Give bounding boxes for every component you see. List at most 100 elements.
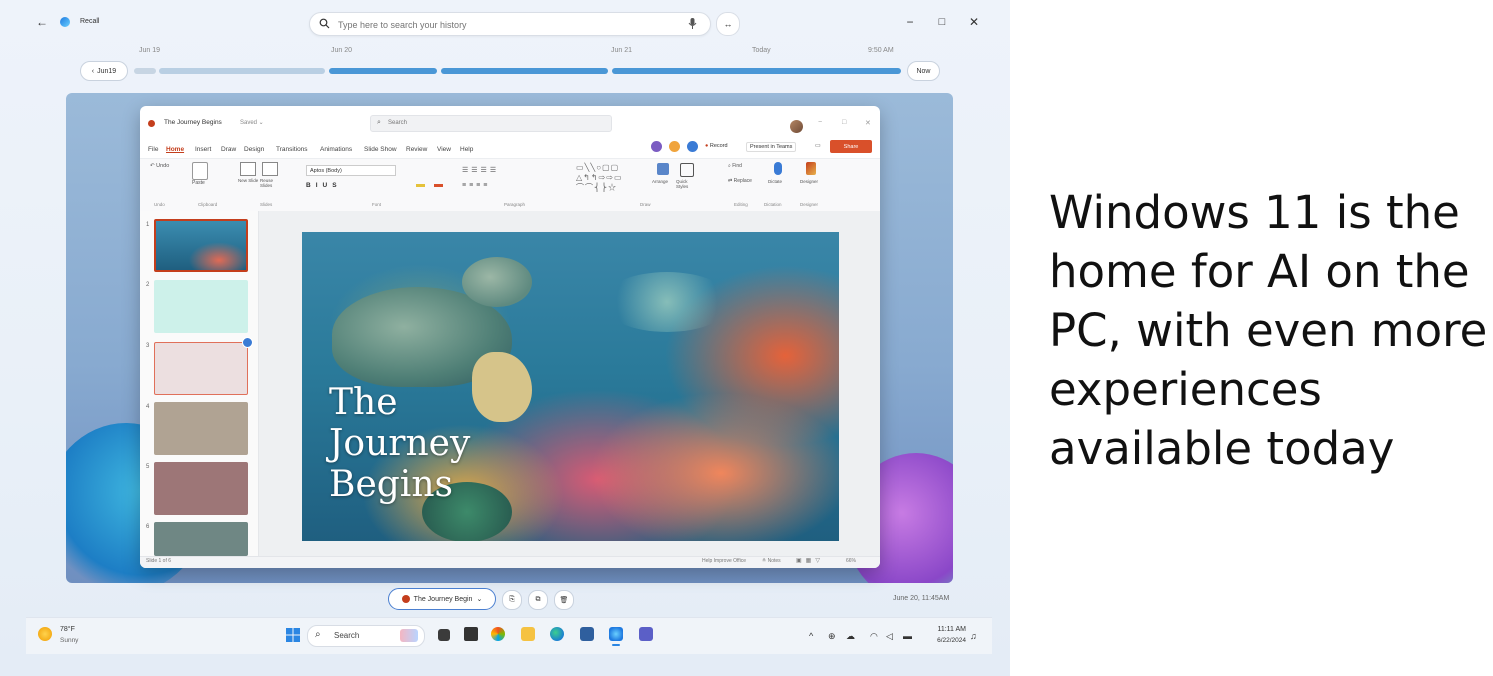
timeline-segment[interactable]	[329, 68, 437, 74]
menu-help[interactable]: Help	[460, 146, 473, 153]
ppt-minimize-icon[interactable]: −	[818, 119, 822, 126]
start-icon[interactable]	[286, 628, 300, 642]
share-button[interactable]: Share	[830, 140, 872, 153]
highlight-color-icon[interactable]	[416, 184, 425, 187]
slide-thumbnail[interactable]	[154, 219, 248, 272]
taskbar-search-box[interactable]: ⌕ Search	[307, 625, 425, 647]
notification-bell-icon[interactable]: ♫	[970, 631, 977, 641]
copilot-icon[interactable]	[491, 627, 505, 641]
menu-home[interactable]: Home	[166, 146, 184, 153]
slide-thumbnail[interactable]	[154, 462, 248, 515]
timeline-segment[interactable]	[159, 68, 325, 74]
tagline-line: home for AI on the	[1049, 245, 1470, 298]
teams-icon[interactable]	[639, 627, 653, 641]
slide-number: 3	[146, 343, 150, 349]
slide-title[interactable]: The Journey Begins	[329, 382, 470, 505]
menu-slide-show[interactable]: Slide Show	[364, 146, 397, 153]
zoom-level[interactable]: 66%	[846, 558, 856, 564]
open-in-app-icon[interactable]: ⧉	[528, 590, 548, 610]
paste-icon[interactable]	[192, 162, 208, 180]
present-in-teams-button[interactable]: Present in Teams	[746, 142, 797, 152]
previous-day-label: Jun19	[97, 67, 117, 75]
timeline-segment[interactable]	[612, 68, 901, 74]
ppt-close-icon[interactable]: ✕	[865, 119, 871, 127]
file-explorer-icon[interactable]	[521, 627, 535, 641]
slide-thumbnail[interactable]	[154, 342, 248, 395]
screenshot-mode-icon[interactable]: ↔	[716, 12, 740, 36]
cloud-icon[interactable]: ☁	[846, 631, 855, 642]
search-bar[interactable]	[309, 12, 711, 36]
copy-snapshot-icon[interactable]: ⎘	[502, 590, 522, 610]
quick-styles-icon[interactable]	[680, 163, 694, 177]
menu-view[interactable]: View	[437, 146, 451, 153]
close-icon[interactable]: ✕	[966, 14, 982, 30]
designer-icon[interactable]	[806, 162, 816, 175]
weather-temperature[interactable]: 78°F	[60, 626, 75, 633]
find-button[interactable]: ⌕ Find	[728, 163, 742, 169]
menu-animations[interactable]: Animations	[320, 146, 352, 153]
collaborator-avatar-icon[interactable]	[669, 141, 680, 152]
comments-icon[interactable]: ▭	[815, 142, 821, 149]
ppt-search-box[interactable]: ⌕ Search	[370, 115, 612, 132]
powerpoint-window[interactable]: The Journey Begins Saved ⌄ ⌕ Search − □ …	[140, 106, 880, 568]
font-name-select[interactable]: Aptos (Body)	[306, 165, 396, 176]
wifi-icon[interactable]: ◠	[870, 631, 878, 642]
task-view-icon[interactable]	[438, 629, 450, 641]
menu-file[interactable]: File	[148, 146, 158, 153]
font-color-icon[interactable]	[434, 184, 443, 187]
weather-description: Sunny	[60, 637, 79, 644]
timeline-segment[interactable]	[441, 68, 608, 74]
menu-transitions[interactable]: Transitions	[276, 146, 308, 153]
weather-sun-icon[interactable]	[38, 627, 52, 641]
help-improve-link[interactable]: Help Improve Office	[702, 558, 746, 564]
menu-review[interactable]: Review	[406, 146, 427, 153]
copilot-avatar-icon[interactable]	[651, 141, 662, 152]
recall-taskbar-icon[interactable]	[609, 627, 623, 641]
snapshot-app-chip[interactable]: The Journey Begin ⌄	[388, 588, 496, 610]
replace-button[interactable]: ⇄ Replace	[728, 178, 752, 184]
main-slide[interactable]: The Journey Begins	[302, 232, 839, 541]
menu-design[interactable]: Design	[244, 146, 264, 153]
chevron-down-icon: ⌄	[476, 596, 483, 603]
reuse-slides-icon[interactable]	[262, 162, 278, 176]
shapes-gallery[interactable]: ▭╲╲○▢▢ △↰↰⇨⇨▭ ⌒⌒⎨⎬☆	[576, 163, 646, 197]
microphone-icon[interactable]	[688, 17, 697, 30]
language-icon[interactable]: ⊕	[828, 631, 836, 642]
notes-button[interactable]: ≙ Notes	[762, 558, 781, 564]
ppt-maximize-icon[interactable]: □	[842, 119, 846, 126]
clock-date[interactable]: 6/22/2024	[928, 637, 966, 644]
store-icon[interactable]	[580, 627, 594, 641]
saved-status[interactable]: Saved ⌄	[240, 119, 264, 126]
search-icon: ⌕	[315, 629, 321, 640]
record-button[interactable]: ● Record	[705, 143, 728, 149]
maximize-icon[interactable]: □	[934, 14, 950, 30]
collaborator-avatar-icon[interactable]	[687, 141, 698, 152]
search-input[interactable]	[336, 15, 680, 35]
font-format-buttons[interactable]: BIUS	[306, 182, 342, 189]
timeline-segment[interactable]	[134, 68, 156, 74]
widgets-icon[interactable]	[464, 627, 478, 641]
back-arrow-icon[interactable]: ←	[36, 15, 48, 29]
battery-icon[interactable]: ▬	[903, 631, 912, 641]
clock-time[interactable]: 11:11 AM	[928, 626, 966, 633]
undo-button[interactable]: ↶ Undo	[150, 163, 169, 169]
slide-thumbnail[interactable]	[154, 402, 248, 455]
dictate-icon[interactable]	[774, 162, 782, 175]
list-buttons[interactable]: ☰☰☰☰	[462, 166, 499, 174]
slide-thumbnail[interactable]	[154, 522, 248, 556]
now-button[interactable]: Now	[907, 61, 940, 81]
volume-icon[interactable]: ◁	[886, 631, 893, 642]
delete-snapshot-icon[interactable]: 🗑	[554, 590, 574, 610]
arrange-icon[interactable]	[657, 163, 669, 175]
edge-icon[interactable]	[550, 627, 564, 641]
menu-draw[interactable]: Draw	[221, 146, 236, 153]
menu-insert[interactable]: Insert	[195, 146, 211, 153]
user-avatar[interactable]	[790, 120, 803, 133]
previous-day-button[interactable]: ‹ Jun19	[80, 61, 128, 81]
chevron-up-icon[interactable]: ^	[809, 631, 813, 641]
align-buttons[interactable]: ≡≡≡≡	[462, 182, 490, 189]
slide-thumbnail[interactable]	[154, 280, 248, 333]
view-buttons[interactable]: ▣▦▽	[796, 557, 824, 564]
new-slide-icon[interactable]	[240, 162, 256, 176]
minimize-icon[interactable]: −	[902, 14, 918, 30]
